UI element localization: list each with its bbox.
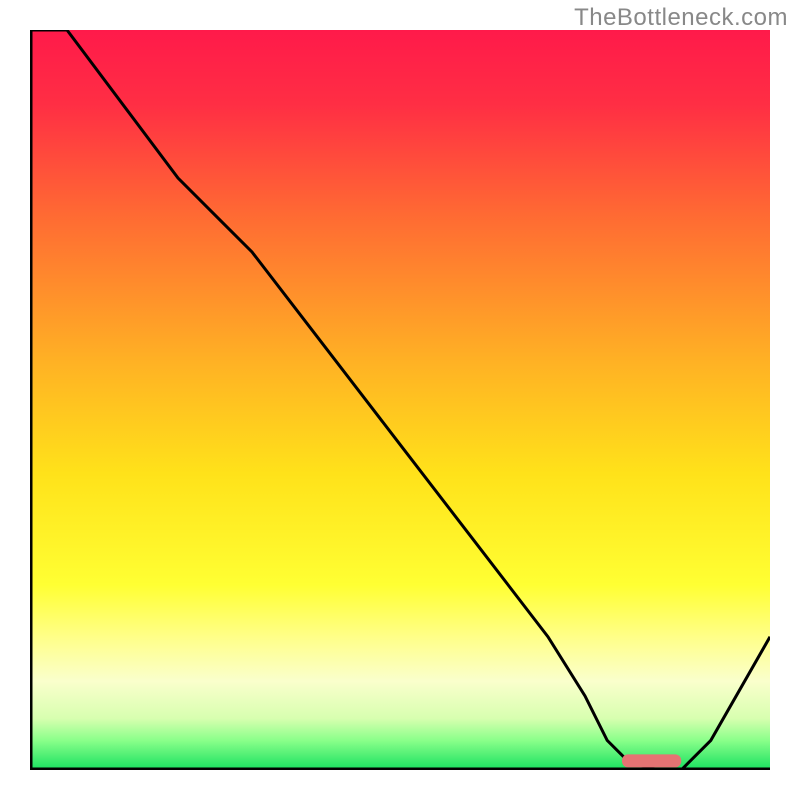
gradient-background bbox=[30, 30, 770, 770]
watermark-text: TheBottleneck.com bbox=[574, 4, 788, 32]
optimal-marker bbox=[622, 754, 681, 767]
chart-svg bbox=[30, 30, 770, 770]
chart-container bbox=[30, 30, 770, 770]
